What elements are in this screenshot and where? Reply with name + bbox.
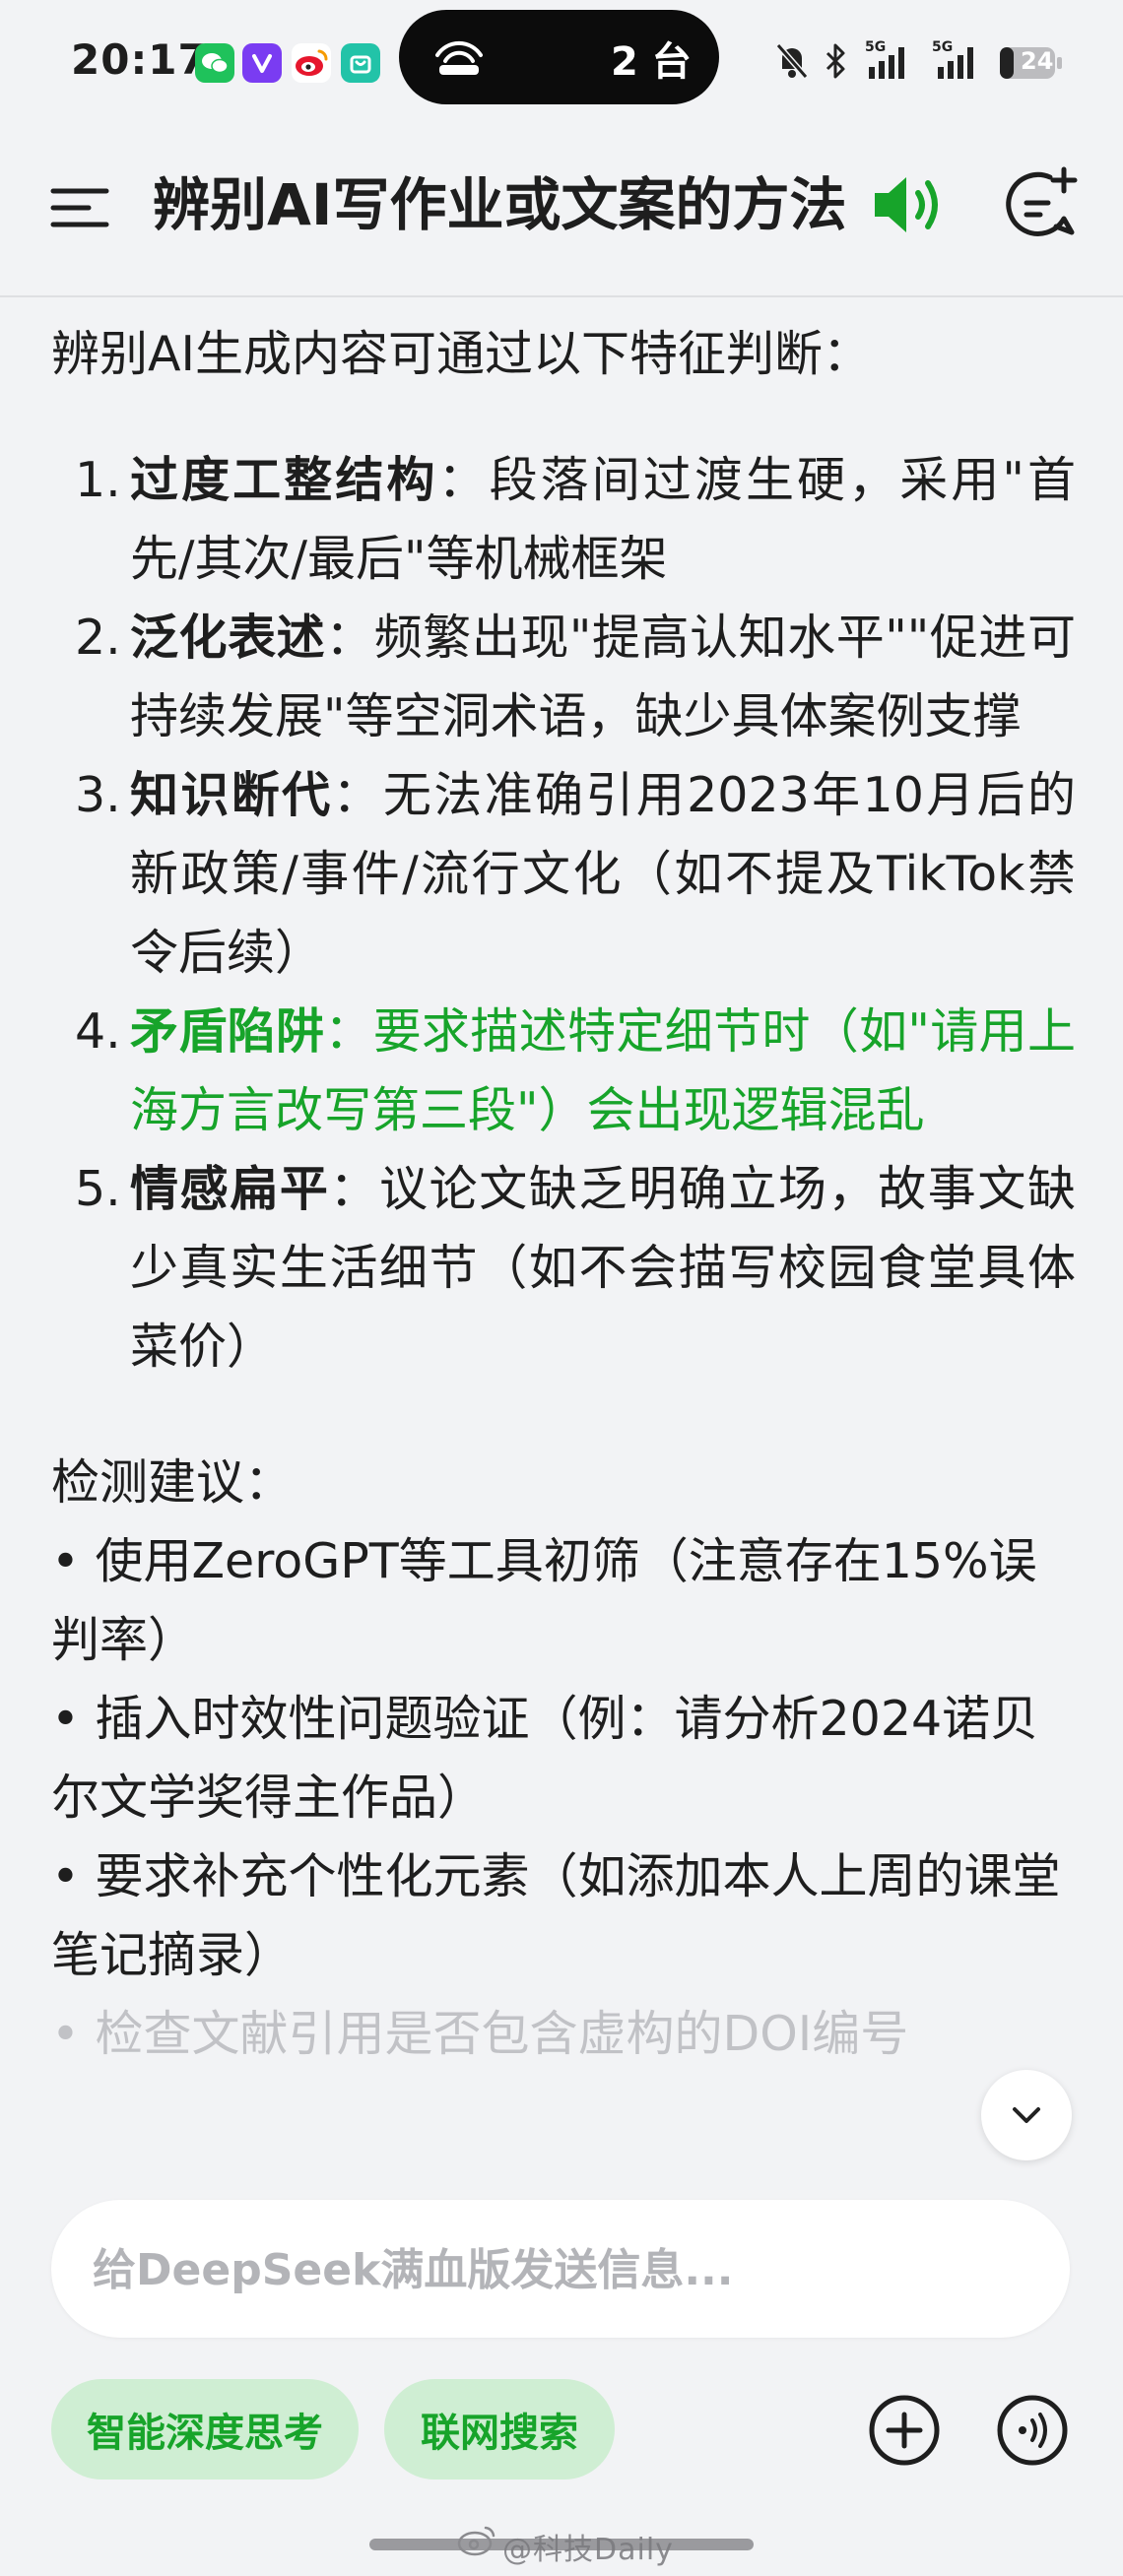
new-chat-icon[interactable] [1003,154,1082,256]
deep-think-button[interactable]: 智能深度思考 [51,2379,359,2479]
advice-item-2: • 插入时效性问题验证（例：请分析2024诺贝尔文学奖得主作品） [51,1691,1039,1826]
feature-number: 4. [75,1003,121,1060]
feature-term: 知识断代 [130,767,333,823]
feature-item-1: 1. 过度工整结构：段落间过渡生硬，采用"首先/其次/最后"等机械框架 [51,441,1076,599]
web-search-button[interactable]: 联网搜索 [384,2379,615,2479]
menu-icon[interactable] [49,158,112,260]
feature-term: 矛盾陷阱 [130,1003,325,1060]
message-input-box[interactable] [51,2200,1070,2340]
page-title: 辨别AI写作业或文案的方法 [153,171,847,238]
message-input[interactable] [91,2200,1030,2340]
signal-icon-2: 5G [932,37,987,85]
weibo-watermark-icon [455,2523,498,2562]
feature-number: 1. [75,452,121,508]
deep-think-label: 智能深度思考 [87,2411,323,2456]
feature-number: 5. [75,1161,121,1217]
advice-item-3: • 要求补充个性化元素（如添加本人上周的课堂笔记摘录） [51,1848,1061,1983]
app-v-icon [242,43,282,83]
voice-wave-icon [997,2395,1068,2466]
device-count: 2 台 [611,39,692,85]
battery-icon: 24 [999,45,1064,85]
feature-number: 3. [75,767,121,823]
feature-number: 2. [75,610,121,666]
weibo-icon [292,43,331,83]
add-attachment-button[interactable] [867,2393,942,2472]
advice-item-4-faded: • 检查文献引用是否包含虚构的DOI编号 [51,2006,909,2062]
app-bag-icon [341,43,380,83]
network-type-2: 5G [932,39,953,55]
battery-level: 24 [1021,47,1054,75]
network-type-1: 5G [865,39,886,55]
speaker-icon[interactable] [867,156,946,258]
feature-item-3: 3. 知识断代：无法准确引用2023年10月后的新政策/事件/流行文化（如不提及T… [51,756,1076,993]
assistant-message: 辨别AI生成内容可通过以下特征判断： 1. 过度工整结构：段落间过渡生硬，采用"首… [51,315,1076,2074]
feature-item-5: 5. 情感扁平：议论文缺乏明确立场，故事文缺少真实生活细节（如不会描写校园食堂具体… [51,1150,1076,1386]
bluetooth-icon [824,41,847,85]
feature-term: 情感扁平 [130,1161,330,1217]
status-time: 20:17 [71,35,208,84]
voice-input-button[interactable] [995,2393,1070,2472]
wechat-icon [195,43,234,83]
advice-item-1: • 使用ZeroGPT等工具初筛（注意存在15%误判率） [51,1533,1037,1668]
advice-title: 检测建议： [51,1454,294,1511]
feature-term: 过度工整结构 [130,452,438,508]
scroll-down-button[interactable] [981,2070,1072,2160]
watermark: @科技Daily [502,2533,674,2567]
feature-item-4: 4. 矛盾陷阱：要求描述特定细节时（如"请用上海方言改写第三段"）会出现逻辑混乱 [51,993,1076,1150]
chat-header: 辨别AI写作业或文案的方法 [0,128,1123,297]
web-search-label: 联网搜索 [421,2411,578,2456]
feature-term: 泛化表述 [130,610,326,666]
plus-circle-icon [869,2395,940,2466]
feature-list: 1. 过度工整结构：段落间过渡生硬，采用"首先/其次/最后"等机械框架 2. 泛化表… [51,441,1076,1386]
content-fade [0,2068,1123,2176]
message-intro: 辨别AI生成内容可通过以下特征判断： [51,326,871,382]
feature-item-2: 2. 泛化表述：频繁出现"提高认知水平""促进可持续发展"等空洞术语，缺少具体案例… [51,599,1076,756]
hotspot-icon [431,37,487,81]
bell-muted-icon [774,41,810,85]
status-bar: 20:17 2 台 5G 5G 24 [0,0,1123,128]
signal-icon-1: 5G [865,37,916,85]
chevron-down-icon [1013,2107,1040,2123]
